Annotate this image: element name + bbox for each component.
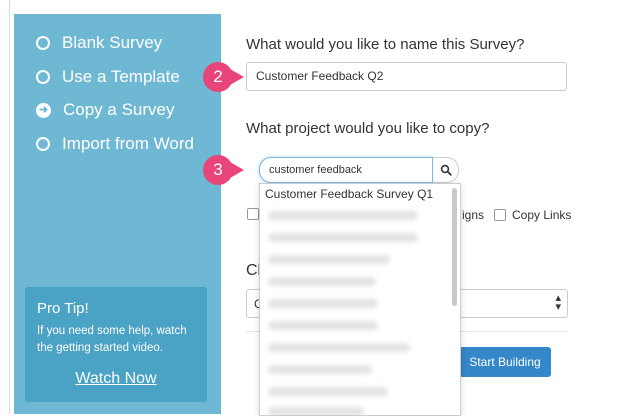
project-question: What project would you like to copy?	[246, 120, 490, 137]
option-label: Blank Survey	[62, 33, 163, 52]
start-building-button[interactable]: Start Building	[459, 347, 551, 377]
project-results-dropdown: Customer Feedback Survey Q1	[259, 183, 461, 416]
option-label: Copy a Survey	[63, 100, 175, 119]
window-edge	[0, 0, 10, 414]
option-blank-survey[interactable]: Blank Survey	[36, 31, 162, 55]
copy-option-campaigns[interactable]: igns	[462, 208, 484, 222]
copy-links-option[interactable]: Copy Links	[494, 208, 571, 222]
result-item[interactable]: Customer Feedback Survey Q1	[265, 187, 433, 201]
pro-tip-title: Pro Tip!	[37, 300, 89, 317]
watch-now-link[interactable]: Watch Now	[25, 370, 207, 388]
badge-pointer	[230, 69, 244, 85]
option-copy-survey[interactable]: ➜ Copy a Survey	[36, 98, 175, 122]
option-label: Import from Word	[62, 134, 194, 153]
pro-tip-box: Pro Tip! If you need some help, watch th…	[25, 287, 207, 402]
pro-tip-text: If you need some help, watch the getting…	[37, 325, 187, 354]
blurred-result[interactable]	[268, 343, 410, 352]
step-badge-2: 2	[203, 62, 233, 92]
badge-pointer	[230, 162, 244, 178]
up-down-chevron-icon: ▴ ▾	[555, 292, 561, 313]
checkbox-label: igns	[462, 208, 485, 222]
dropdown-scrollbar[interactable]	[452, 188, 457, 306]
option-use-template[interactable]: Use a Template	[36, 65, 180, 89]
blurred-result[interactable]	[268, 321, 378, 330]
project-search: customer feedback	[259, 157, 459, 183]
radio-empty-icon	[36, 70, 50, 84]
blurred-result[interactable]	[268, 277, 376, 286]
blurred-result[interactable]	[268, 233, 418, 242]
name-question: What would you like to name this Survey?	[246, 36, 525, 53]
checkbox-label: Copy Links	[512, 208, 572, 222]
option-import-word[interactable]: Import from Word	[36, 132, 194, 156]
checkbox[interactable]	[494, 209, 506, 221]
search-button[interactable]	[433, 157, 459, 183]
step-badge-3: 3	[203, 155, 233, 185]
blurred-result[interactable]	[268, 365, 372, 374]
radio-empty-icon	[36, 36, 50, 50]
blurred-result[interactable]	[268, 211, 418, 220]
project-search-input[interactable]: customer feedback	[259, 157, 433, 183]
magnifier-icon	[440, 164, 452, 176]
option-label: Use a Template	[62, 67, 180, 86]
checkbox[interactable]	[247, 208, 259, 220]
blurred-result[interactable]	[268, 299, 378, 308]
radio-empty-icon	[36, 137, 50, 151]
blurred-result[interactable]	[268, 407, 364, 415]
blurred-result[interactable]	[268, 387, 388, 396]
survey-name-input[interactable]: Customer Feedback Q2	[246, 62, 567, 91]
blurred-result[interactable]	[268, 255, 390, 264]
arrow-right-circle-icon: ➜	[36, 102, 51, 118]
